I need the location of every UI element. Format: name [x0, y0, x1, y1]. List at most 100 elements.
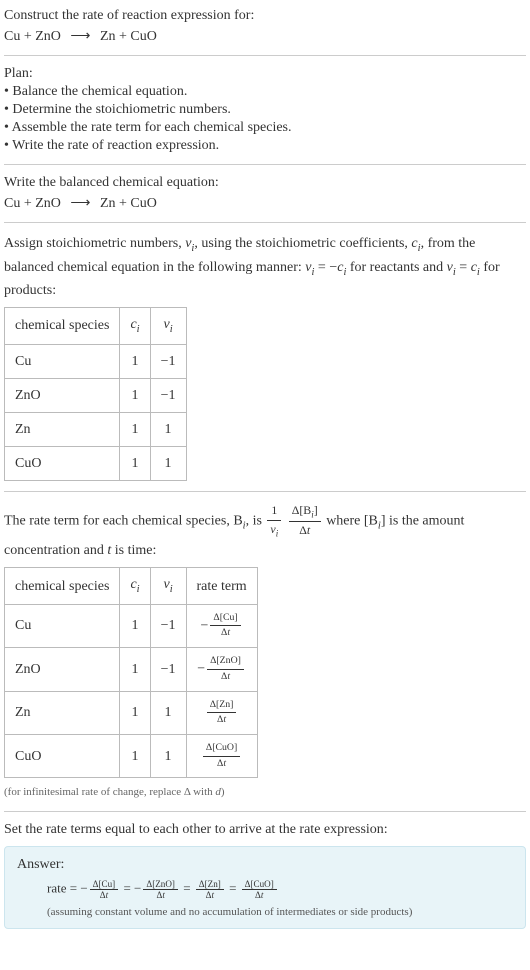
rate-term-table: chemical species ci νi rate term Cu 1 −1… — [4, 567, 258, 778]
cell-species: ZnO — [5, 648, 120, 691]
intro-equation: Cu + ZnO ⟶ Zn + CuO — [4, 28, 526, 45]
balanced-eq-rhs: Zn + CuO — [100, 196, 157, 211]
fraction: Δ[Cu]Δt — [210, 611, 240, 641]
answer-label: Answer: — [17, 857, 513, 873]
fraction: Δ[CuO]Δt — [242, 879, 277, 900]
cell-rate-term: Δ[Zn]Δt — [186, 691, 257, 734]
table-header-row: chemical species ci νi — [5, 308, 187, 345]
plan-heading: Plan: — [4, 66, 526, 82]
cell-rate-term: −Δ[ZnO]Δt — [186, 648, 257, 691]
answer-note: (assuming constant volume and no accumul… — [17, 906, 513, 918]
col-ci: ci — [120, 308, 150, 345]
cell-c: 1 — [120, 378, 150, 412]
cell-nu: 1 — [150, 412, 186, 446]
cell-c: 1 — [120, 412, 150, 446]
cell-nu: −1 — [150, 344, 186, 378]
numerator: 1 — [267, 502, 281, 521]
cell-nu: 1 — [150, 446, 186, 480]
arrow-icon: ⟶ — [70, 195, 90, 212]
rate-text: , is — [246, 513, 266, 528]
arrow-icon: ⟶ — [70, 28, 90, 45]
fraction: Δ[CuO]Δt — [203, 741, 240, 771]
cell-nu: −1 — [150, 604, 186, 647]
denominator: Δt — [289, 522, 321, 540]
cell-species: Cu — [5, 344, 120, 378]
final-heading: Set the rate terms equal to each other t… — [4, 822, 526, 838]
rate-text: where [B — [326, 513, 378, 528]
divider — [4, 55, 526, 56]
plan-item: • Write the rate of reaction expression. — [4, 138, 526, 154]
fraction: Δ[Bi] Δt — [289, 502, 321, 541]
table-header-row: chemical species ci νi rate term — [5, 568, 258, 605]
stoich-text: , using the stoichiometric coefficients, — [194, 236, 411, 251]
col-species: chemical species — [5, 568, 120, 605]
plan-item: • Balance the chemical equation. — [4, 84, 526, 100]
intro-section: Construct the rate of reaction expressio… — [4, 8, 526, 45]
rate-text: is time: — [111, 543, 156, 558]
cell-species: CuO — [5, 734, 120, 777]
col-nui: νi — [150, 308, 186, 345]
divider — [4, 222, 526, 223]
intro-prompt: Construct the rate of reaction expressio… — [4, 8, 526, 24]
fraction: Δ[Zn]Δt — [196, 879, 224, 900]
table-row: Cu 1 −1 −Δ[Cu]Δt — [5, 604, 258, 647]
final-section: Set the rate terms equal to each other t… — [4, 822, 526, 929]
cell-species: Zn — [5, 691, 120, 734]
cell-c: 1 — [120, 648, 150, 691]
rate-label: rate = — [47, 880, 80, 895]
plan-list: • Balance the chemical equation. • Deter… — [4, 84, 526, 154]
balanced-heading: Write the balanced chemical equation: — [4, 175, 526, 191]
col-species: chemical species — [5, 308, 120, 345]
col-rate-term: rate term — [186, 568, 257, 605]
rate-text: The rate term for each chemical species,… — [4, 513, 243, 528]
cell-species: CuO — [5, 446, 120, 480]
stoich-text: for reactants and — [346, 260, 446, 275]
cell-species: ZnO — [5, 378, 120, 412]
cell-c: 1 — [120, 344, 150, 378]
table-row: CuO 1 1 — [5, 446, 187, 480]
table-row: ZnO 1 −1 — [5, 378, 187, 412]
divider — [4, 164, 526, 165]
fraction: Δ[ZnO]Δt — [143, 879, 178, 900]
table-row: Cu 1 −1 — [5, 344, 187, 378]
cell-nu: 1 — [150, 734, 186, 777]
cell-c: 1 — [120, 446, 150, 480]
cell-c: 1 — [120, 691, 150, 734]
fraction: Δ[ZnO]Δt — [207, 654, 244, 684]
table-row: Zn 1 1 — [5, 412, 187, 446]
divider — [4, 491, 526, 492]
table-row: CuO 1 1 Δ[CuO]Δt — [5, 734, 258, 777]
cell-nu: 1 — [150, 691, 186, 734]
intro-eq-rhs: Zn + CuO — [100, 29, 157, 44]
denominator: νi — [267, 521, 281, 541]
cell-species: Zn — [5, 412, 120, 446]
answer-box: Answer: rate = −Δ[Cu]Δt = −Δ[ZnO]Δt = Δ[… — [4, 846, 526, 929]
fraction: Δ[Zn]Δt — [207, 698, 237, 728]
cell-c: 1 — [120, 734, 150, 777]
answer-expression: rate = −Δ[Cu]Δt = −Δ[ZnO]Δt = Δ[Zn]Δt = … — [17, 879, 513, 900]
cell-species: Cu — [5, 604, 120, 647]
intro-eq-lhs: Cu + ZnO — [4, 29, 61, 44]
cell-c: 1 — [120, 604, 150, 647]
plan-item: • Assemble the rate term for each chemic… — [4, 120, 526, 136]
stoich-text: Assign stoichiometric numbers, — [4, 236, 185, 251]
plan-item: • Determine the stoichiometric numbers. — [4, 102, 526, 118]
stoich-section: Assign stoichiometric numbers, νi , using… — [4, 233, 526, 481]
rate-term-note: (for infinitesimal rate of change, repla… — [4, 784, 526, 801]
cell-rate-term: Δ[CuO]Δt — [186, 734, 257, 777]
fraction: 1 νi — [267, 502, 281, 541]
balanced-eq-lhs: Cu + ZnO — [4, 196, 61, 211]
balanced-section: Write the balanced chemical equation: Cu… — [4, 175, 526, 212]
cell-nu: −1 — [150, 378, 186, 412]
rate-term-section: The rate term for each chemical species,… — [4, 502, 526, 801]
divider — [4, 811, 526, 812]
col-nui: νi — [150, 568, 186, 605]
numerator: Δ[Bi] — [289, 502, 321, 523]
stoich-text: = − — [314, 260, 337, 275]
stoich-table: chemical species ci νi Cu 1 −1 ZnO 1 −1 … — [4, 307, 187, 481]
table-row: ZnO 1 −1 −Δ[ZnO]Δt — [5, 648, 258, 691]
balanced-equation: Cu + ZnO ⟶ Zn + CuO — [4, 195, 526, 212]
fraction: Δ[Cu]Δt — [90, 879, 119, 900]
col-ci: ci — [120, 568, 150, 605]
stoich-text: = — [456, 260, 471, 275]
